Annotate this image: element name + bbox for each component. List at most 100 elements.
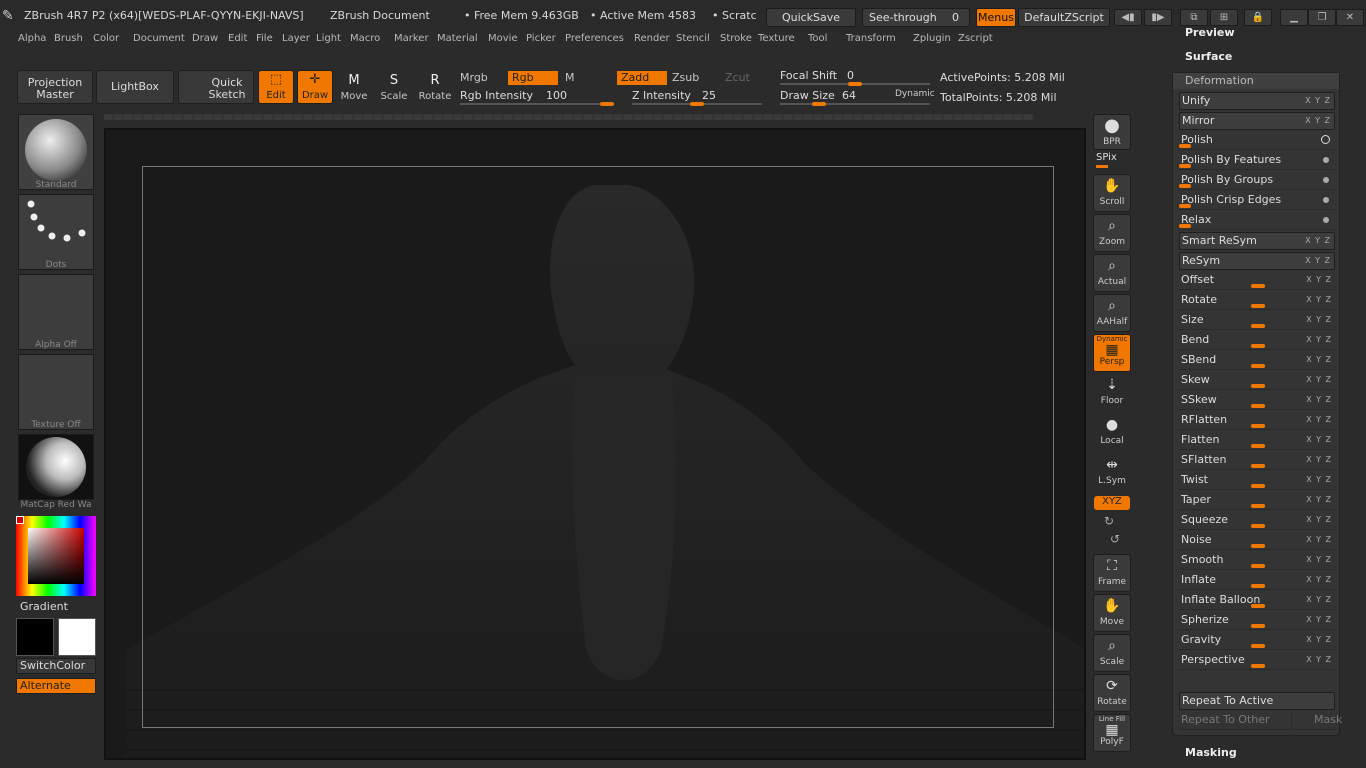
slider-knob[interactable] — [1251, 584, 1265, 588]
xyz-axis-toggles[interactable]: X Y Z — [1306, 532, 1332, 548]
xyz-axis-toggles[interactable]: X Y Z — [1306, 412, 1332, 428]
zoom-button[interactable]: ⌕ Zoom — [1093, 214, 1131, 252]
xyz-axis-toggles[interactable]: X Y Z — [1306, 472, 1332, 488]
menu-tool[interactable]: Tool — [808, 33, 827, 44]
xyz-axis-toggles[interactable]: X Y Z — [1306, 572, 1332, 588]
masking-section[interactable]: Masking — [1185, 746, 1237, 759]
slider-knob[interactable] — [1251, 364, 1265, 368]
deformation-mirror[interactable]: Mirror X Y Z — [1179, 112, 1335, 130]
xyz-button[interactable]: XYZ — [1094, 496, 1130, 510]
z-intensity-knob[interactable] — [690, 102, 704, 106]
slider-knob[interactable] — [1179, 224, 1191, 228]
brush-selector[interactable] — [18, 114, 94, 190]
aahalf-button[interactable]: ⌕ AAHalf — [1093, 294, 1131, 332]
projection-master-button[interactable]: Projection Master — [17, 70, 93, 104]
xyz-axis-toggles[interactable]: X Y Z — [1306, 492, 1332, 508]
deformation-bend[interactable]: Bend X Y Z — [1179, 332, 1335, 350]
gradient-label[interactable]: Gradient — [20, 600, 68, 613]
deformation-skew[interactable]: Skew X Y Z — [1179, 372, 1335, 390]
slider-knob[interactable] — [1179, 204, 1191, 208]
xyz-axis-toggles[interactable]: X Y Z — [1306, 392, 1332, 408]
m-toggle[interactable]: M — [561, 71, 611, 85]
deformation-sflatten[interactable]: SFlatten X Y Z — [1179, 452, 1335, 470]
menu-edit[interactable]: Edit — [228, 33, 247, 44]
menu-picker[interactable]: Picker — [526, 33, 556, 44]
quick-sketch-button[interactable]: Quick Sketch — [178, 70, 254, 104]
main-color-swatch[interactable] — [16, 618, 54, 656]
menu-macro[interactable]: Macro — [350, 33, 380, 44]
secondary-color-swatch[interactable] — [58, 618, 96, 656]
menu-material[interactable]: Material — [437, 33, 478, 44]
layout-prev-icon[interactable]: ◀▮ — [1114, 9, 1142, 26]
floor-button[interactable]: ⇣ Floor — [1093, 374, 1131, 412]
menu-zplugin[interactable]: Zplugin — [913, 33, 951, 44]
save-layout-icon[interactable]: ⊞ — [1210, 9, 1238, 26]
deformation-sskew[interactable]: SSkew X Y Z — [1179, 392, 1335, 410]
rgb-toggle[interactable]: Rgb — [508, 71, 558, 85]
slider-knob[interactable] — [1251, 284, 1265, 288]
layout-next-icon[interactable]: ▮▶ — [1144, 9, 1172, 26]
slider-knob[interactable] — [1179, 164, 1191, 168]
menu-marker[interactable]: Marker — [394, 33, 429, 44]
actual-button[interactable]: ⌕ Actual — [1093, 254, 1131, 292]
deformation-resym[interactable]: ReSym X Y Z — [1179, 252, 1335, 270]
surface-section[interactable]: Surface — [1185, 50, 1232, 63]
xyz-axis-toggles[interactable]: X Y Z — [1306, 372, 1332, 388]
xyz-axis-toggles[interactable]: X Y Z — [1306, 652, 1332, 668]
slider-knob[interactable] — [1251, 444, 1265, 448]
minimize-icon[interactable]: ▁ — [1280, 9, 1308, 26]
xyz-axis-toggles[interactable]: X Y Z — [1306, 312, 1332, 328]
xyz-axis-toggles[interactable]: X Y Z — [1306, 352, 1332, 368]
deformation-relax[interactable]: Relax — [1179, 212, 1335, 230]
material-selector[interactable] — [18, 434, 94, 500]
slider-knob[interactable] — [1179, 144, 1191, 148]
rotate-y-icon[interactable]: ↻ — [1104, 514, 1114, 528]
slider-knob[interactable] — [1251, 624, 1265, 628]
alpha-selector[interactable] — [18, 274, 94, 350]
deformation-polish-by-groups[interactable]: Polish By Groups — [1179, 172, 1335, 190]
slider-knob[interactable] — [1251, 344, 1265, 348]
slider-knob[interactable] — [1251, 604, 1265, 608]
menu-brush[interactable]: Brush — [54, 33, 83, 44]
xyz-axis-toggles[interactable]: X Y Z — [1306, 592, 1332, 608]
dynamic-toggle[interactable]: Dynamic — [895, 89, 935, 99]
xyz-axis-toggles[interactable]: X Y Z — [1306, 512, 1332, 528]
xyz-axis-toggles[interactable]: X Y Z — [1305, 93, 1331, 109]
ring-toggle-icon[interactable] — [1321, 135, 1330, 144]
xyz-axis-toggles[interactable]: X Y Z — [1306, 632, 1332, 648]
deformation-flatten[interactable]: Flatten X Y Z — [1179, 432, 1335, 450]
polyf-button[interactable]: Line Fill ▦ PolyF — [1093, 714, 1131, 752]
xyz-axis-toggles[interactable]: X Y Z — [1306, 272, 1332, 288]
move-mode-button[interactable]: M Move — [338, 72, 370, 102]
scroll-button[interactable]: ✋ Scroll — [1093, 174, 1131, 212]
see-through-slider[interactable]: See-through 0 — [862, 8, 970, 27]
deformation-unify[interactable]: Unify X Y Z — [1179, 92, 1335, 110]
frame-button[interactable]: ⛶ Frame — [1093, 554, 1131, 592]
dot-toggle-icon[interactable] — [1323, 177, 1329, 183]
maximize-icon[interactable]: ❐ — [1308, 9, 1336, 26]
quicksave-button[interactable]: QuickSave — [766, 8, 856, 27]
switchcolor-button[interactable]: SwitchColor — [16, 658, 96, 674]
menu-document[interactable]: Document — [133, 33, 185, 44]
color-picker-square[interactable] — [28, 528, 84, 584]
deformation-twist[interactable]: Twist X Y Z — [1179, 472, 1335, 490]
focal-shift-knob[interactable] — [848, 82, 862, 86]
color-picker[interactable] — [16, 516, 96, 596]
menu-light[interactable]: Light — [316, 33, 341, 44]
scale-view-button[interactable]: ⌕ Scale — [1093, 634, 1131, 672]
repeat-to-active-button[interactable]: Repeat To Active — [1179, 692, 1335, 710]
xyz-axis-toggles[interactable]: X Y Z — [1305, 233, 1331, 249]
mask-button[interactable]: Mask — [1291, 712, 1342, 730]
menu-alpha[interactable]: Alpha — [18, 33, 46, 44]
deformation-polish-by-features[interactable]: Polish By Features — [1179, 152, 1335, 170]
deformation-inflate[interactable]: Inflate X Y Z — [1179, 572, 1335, 590]
xyz-axis-toggles[interactable]: X Y Z — [1305, 253, 1331, 269]
xyz-axis-toggles[interactable]: X Y Z — [1306, 432, 1332, 448]
slider-knob[interactable] — [1251, 464, 1265, 468]
deformation-smart-resym[interactable]: Smart ReSym X Y Z — [1179, 232, 1335, 250]
menu-file[interactable]: File — [256, 33, 273, 44]
slider-knob[interactable] — [1251, 424, 1265, 428]
bpr-button[interactable]: ● BPR — [1093, 114, 1131, 150]
deformation-polish-crisp-edges[interactable]: Polish Crisp Edges — [1179, 192, 1335, 210]
scale-mode-button[interactable]: S Scale — [378, 72, 410, 102]
